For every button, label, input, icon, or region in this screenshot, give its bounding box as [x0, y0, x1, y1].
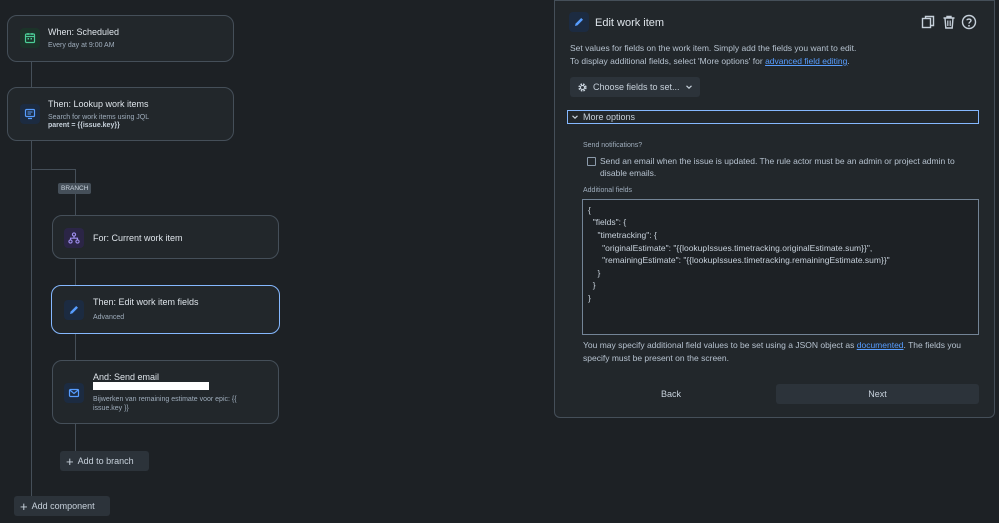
trigger-card[interactable]: When: Scheduled Every day at 9:00 AM	[7, 15, 234, 62]
json-line: "remainingEstimate": "{{lookupIssues.tim…	[588, 255, 890, 265]
plus-icon: +	[66, 453, 74, 469]
documented-link[interactable]: documented	[857, 340, 904, 350]
help-text-line2: specify must be present on the screen.	[583, 353, 729, 363]
plus-icon: +	[20, 498, 28, 514]
lookup-card[interactable]: Then: Lookup work items Search for work …	[7, 87, 234, 141]
chevron-down-icon	[572, 115, 578, 120]
help-icon[interactable]	[961, 14, 977, 30]
more-options-label: More options	[583, 112, 636, 122]
more-options-toggle[interactable]: More options	[567, 110, 979, 124]
advanced-field-editing-link[interactable]: advanced field editing	[765, 56, 847, 66]
additional-fields-textarea[interactable]: { "fields": { "timetracking": { "origina…	[582, 199, 979, 335]
json-line: }	[588, 293, 591, 303]
panel-description-suffix: .	[847, 56, 850, 66]
edit-fields-title: Then: Edit work item fields	[93, 297, 199, 307]
for-each-card[interactable]: For: Current work item	[52, 215, 279, 259]
send-email-card[interactable]: And: Send email Bijwerken van remaining …	[52, 360, 279, 424]
choose-fields-label: Choose fields to set...	[593, 82, 680, 92]
json-line: "originalEstimate": "{{lookupIssues.time…	[588, 243, 873, 253]
next-button[interactable]: Next	[776, 384, 979, 404]
for-each-title: For: Current work item	[93, 233, 183, 243]
help-text-suffix: . The fields you	[903, 340, 962, 350]
add-component-label: Add component	[31, 501, 95, 511]
json-line: {	[588, 205, 591, 215]
branch-badge: BRANCH	[58, 183, 92, 194]
gear-icon	[578, 82, 587, 92]
trigger-subtitle: Every day at 9:00 AM	[48, 42, 115, 49]
hierarchy-icon	[64, 228, 84, 248]
checkbox-label-line2: disable emails.	[600, 168, 657, 178]
choose-fields-button[interactable]: Choose fields to set...	[570, 77, 700, 97]
monitor-icon	[20, 104, 40, 124]
add-to-branch-button[interactable]: + Add to branch	[60, 451, 149, 471]
pencil-icon	[64, 300, 84, 320]
send-email-title: And: Send email	[93, 372, 160, 382]
json-line: "fields": {	[588, 217, 627, 227]
send-notifications-label: Send notifications?	[583, 142, 643, 149]
edit-fields-card[interactable]: Then: Edit work item fields Advanced	[51, 285, 280, 334]
pencil-icon	[569, 12, 589, 32]
lookup-subtitle: Search for work items using JQL	[48, 114, 150, 121]
panel-title: Edit work item	[595, 17, 665, 29]
trigger-title: When: Scheduled	[48, 27, 120, 37]
back-button[interactable]: Back	[568, 384, 774, 404]
add-component-button[interactable]: + Add component	[14, 496, 110, 516]
redaction-bar	[93, 382, 209, 390]
send-email-subtitle-line2: issue.key }}	[93, 405, 129, 412]
panel-description-line1: Set values for fields on the work item. …	[570, 43, 857, 53]
calendar-icon	[20, 28, 40, 48]
trash-icon[interactable]	[941, 14, 957, 30]
json-line: }	[588, 268, 601, 278]
email-icon	[64, 383, 84, 403]
additional-fields-label: Additional fields	[583, 187, 633, 194]
json-line: }	[588, 280, 596, 290]
json-line: "timetracking": {	[588, 230, 657, 240]
panel-description-line2: To display additional fields, select 'Mo…	[570, 56, 850, 66]
add-to-branch-label: Add to branch	[77, 456, 134, 466]
connector-branch-horizontal	[31, 169, 76, 170]
send-notifications-checkbox[interactable]	[587, 157, 596, 166]
lookup-title: Then: Lookup work items	[48, 99, 149, 109]
help-text-line1: You may specify additional field values …	[583, 340, 961, 350]
chevron-down-icon	[685, 85, 692, 90]
checkbox-label-line1: Send an email when the issue is updated.…	[600, 156, 955, 166]
lookup-query: parent = {{issue.key}}	[48, 122, 120, 129]
help-text-prefix: You may specify additional field values …	[583, 340, 857, 350]
edit-fields-subtitle: Advanced	[93, 314, 125, 321]
panel-description-prefix: To display additional fields, select 'Mo…	[570, 56, 766, 66]
send-email-subtitle-line1: Bijwerken van remaining estimate voor ep…	[93, 396, 237, 403]
copy-icon[interactable]	[920, 14, 936, 30]
